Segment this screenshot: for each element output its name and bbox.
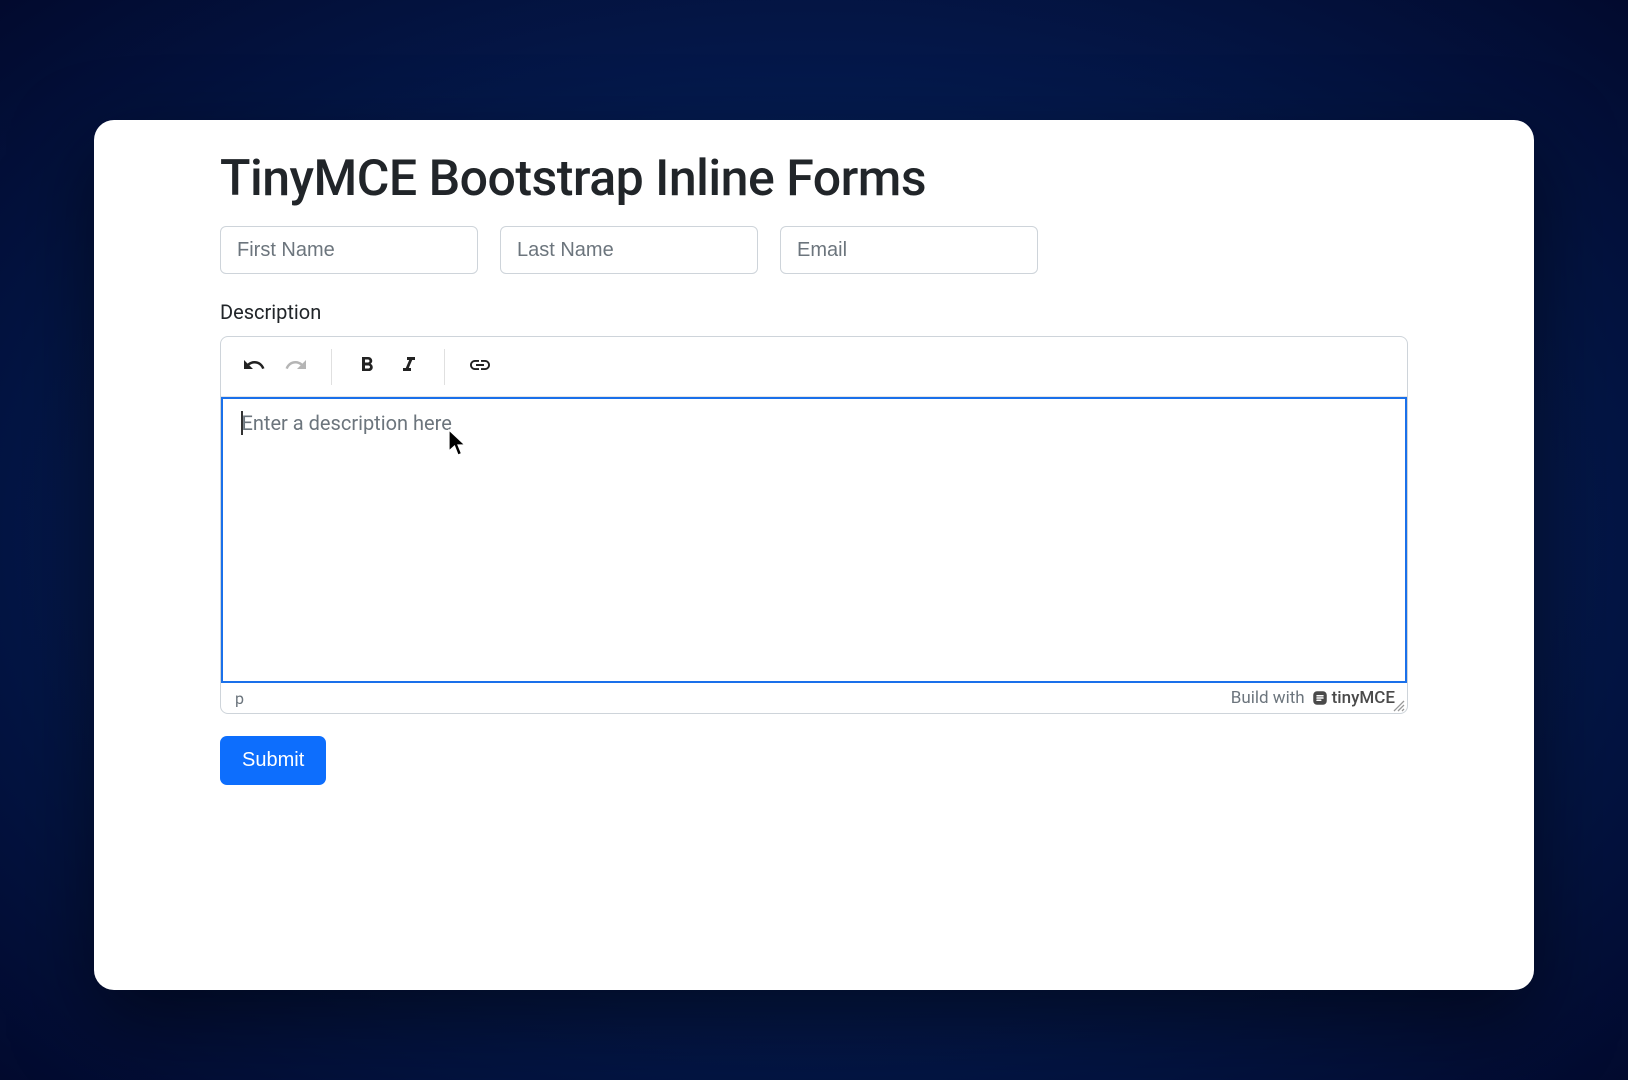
description-textarea[interactable]: Enter a description here	[221, 397, 1407, 683]
form-card: TinyMCE Bootstrap Inline Forms Descripti…	[94, 120, 1534, 990]
italic-button[interactable]	[388, 346, 430, 388]
tinymce-logo-icon	[1311, 689, 1329, 707]
toolbar-separator	[331, 349, 332, 385]
editor-branding: Build with tinyMCE	[1231, 688, 1395, 708]
rich-text-editor: Enter a description here p Build with ti…	[220, 336, 1408, 714]
undo-button[interactable]	[233, 346, 275, 388]
description-label: Description	[220, 300, 1408, 324]
build-with-label: Build with	[1231, 688, 1305, 708]
bold-icon	[355, 353, 379, 380]
editor-toolbar	[221, 337, 1407, 397]
submit-button[interactable]: Submit	[220, 736, 326, 785]
italic-icon	[397, 353, 421, 380]
first-name-field[interactable]	[220, 226, 478, 274]
toolbar-separator	[444, 349, 445, 385]
redo-button[interactable]	[275, 346, 317, 388]
link-button[interactable]	[459, 346, 501, 388]
undo-icon	[242, 353, 266, 380]
tinymce-brand-text: tinyMCE	[1332, 688, 1395, 708]
editor-status-bar: p Build with tinyMCE	[221, 683, 1407, 713]
resize-handle-icon[interactable]	[1393, 700, 1405, 712]
email-field[interactable]	[780, 226, 1038, 274]
editor-placeholder: Enter a description here	[242, 411, 452, 435]
link-icon	[468, 353, 492, 380]
redo-icon	[284, 353, 308, 380]
tinymce-logo[interactable]: tinyMCE	[1311, 688, 1395, 708]
last-name-field[interactable]	[500, 226, 758, 274]
bold-button[interactable]	[346, 346, 388, 388]
page-title: TinyMCE Bootstrap Inline Forms	[220, 150, 1408, 208]
element-path[interactable]: p	[235, 689, 244, 708]
input-row	[220, 226, 1408, 274]
text-cursor	[241, 411, 243, 435]
